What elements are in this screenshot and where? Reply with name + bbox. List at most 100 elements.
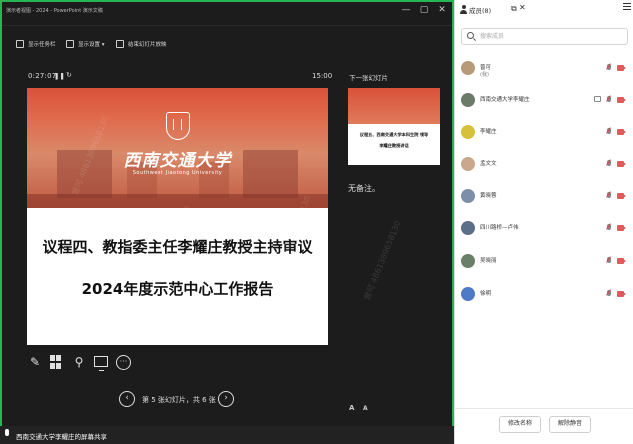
- avatar: [461, 93, 475, 107]
- clock-time: 15:00: [312, 72, 333, 80]
- previous-slide-button[interactable]: ‹: [119, 391, 135, 407]
- muted-microphone-icon[interactable]: [606, 289, 611, 298]
- close-panel-icon[interactable]: ✕: [519, 3, 526, 12]
- muted-microphone-icon[interactable]: [606, 95, 611, 104]
- university-name-en: Southwest Jiaotong University: [132, 170, 223, 176]
- decrease-font-icon[interactable]: A: [363, 405, 368, 412]
- member-row[interactable]: 李耀庄: [455, 122, 633, 148]
- current-slide[interactable]: 西南交通大学 Southwest Jiaotong University 议程四…: [27, 88, 328, 345]
- presenter-toolbar: 显示任务栏 显示设置 ▾ 结束幻灯片放映: [0, 30, 454, 54]
- camera-off-icon[interactable]: [617, 291, 626, 297]
- show-taskbar-label: 显示任务栏: [28, 42, 56, 48]
- avatar: [461, 287, 475, 301]
- university-name-cn: 西南交通大学: [123, 151, 232, 171]
- camera-off-icon[interactable]: [617, 129, 626, 135]
- member-row[interactable]: 吴晓丽: [455, 251, 633, 277]
- close-icon[interactable]: ✕: [436, 4, 448, 16]
- members-title: 成员(8): [469, 7, 492, 15]
- microphone-icon[interactable]: [4, 429, 10, 439]
- show-taskbar-button[interactable]: 显示任务栏: [16, 38, 56, 50]
- ground-strip: [27, 194, 328, 208]
- rename-button[interactable]: 修改名称: [499, 416, 541, 433]
- watermark: 曾可 4861389658130: [362, 219, 403, 302]
- taskbar-icon: [16, 40, 24, 48]
- black-screen-icon[interactable]: [94, 356, 108, 371]
- members-panel-header: 成员(8) ⧉ ✕: [455, 0, 633, 20]
- muted-microphone-icon[interactable]: [606, 256, 611, 265]
- panel-footer-divider: [454, 408, 633, 409]
- unmute-all-button[interactable]: 解除静音: [549, 416, 591, 433]
- camera-off-icon[interactable]: [617, 193, 626, 199]
- search-icon: [467, 32, 474, 39]
- share-frame-left: [0, 0, 2, 426]
- popout-icon[interactable]: ⧉: [511, 4, 517, 14]
- member-row[interactable]: 黄晓蓉: [455, 186, 633, 212]
- member-row[interactable]: 曾可 (我): [455, 58, 633, 84]
- avatar: [461, 189, 475, 203]
- camera-off-icon[interactable]: [617, 225, 626, 231]
- member-row[interactable]: 孟文文: [455, 154, 633, 180]
- member-name: 西南交通大学李耀庄: [480, 97, 530, 103]
- app-root: 演示者视图 - 2024 - PowerPoint 演示文稿 — ▢ ✕ 显示任…: [0, 0, 633, 444]
- pause-icon[interactable]: ❚❚: [54, 72, 65, 80]
- muted-microphone-icon[interactable]: [606, 63, 611, 72]
- presenter-view: 演示者视图 - 2024 - PowerPoint 演示文稿 — ▢ ✕ 显示任…: [0, 0, 454, 444]
- screen-share-icon: [594, 96, 601, 102]
- search-input[interactable]: [480, 31, 620, 42]
- reset-timer-icon[interactable]: ↻: [66, 71, 72, 79]
- display-icon: [66, 40, 74, 48]
- see-all-slides-icon[interactable]: [50, 355, 62, 370]
- next-slide-label: 下一张幻灯片: [349, 74, 388, 82]
- display-settings-label: 显示设置 ▾: [78, 42, 105, 48]
- speaker-notes: 无备注。: [348, 184, 380, 193]
- more-options-icon[interactable]: ···: [116, 355, 131, 370]
- end-show-button[interactable]: 结束幻灯片放映: [116, 38, 167, 50]
- avatar: [461, 157, 475, 171]
- member-row[interactable]: 徐明: [455, 284, 633, 310]
- screen-share-label: 西南交通大学李耀庄的屏幕共享: [16, 433, 107, 441]
- menu-icon[interactable]: [623, 3, 631, 10]
- member-row[interactable]: 四川路桥—卢伟: [455, 218, 633, 244]
- avatar: [461, 221, 475, 235]
- member-name: 吴晓丽: [480, 258, 497, 264]
- increase-font-icon[interactable]: A: [349, 404, 354, 412]
- muted-microphone-icon[interactable]: [606, 191, 611, 200]
- end-show-label: 结束幻灯片放映: [128, 42, 167, 48]
- elapsed-timer: 0:27:07: [28, 72, 57, 80]
- avatar: [461, 61, 475, 75]
- member-name: 李耀庄: [480, 129, 497, 135]
- pen-icon[interactable]: ✎: [28, 354, 42, 370]
- muted-microphone-icon[interactable]: [606, 127, 611, 136]
- camera-off-icon[interactable]: [617, 65, 626, 71]
- end-show-icon: [116, 40, 124, 48]
- member-name: 四川路桥—卢伟: [480, 225, 519, 231]
- member-name: 徐明: [480, 291, 492, 297]
- slide-counter: 第 5 张幻灯片，共 6 张: [142, 396, 216, 404]
- window-title: 演示者视图 - 2024 - PowerPoint 演示文稿: [6, 8, 103, 14]
- window-titlebar: 演示者视图 - 2024 - PowerPoint 演示文稿 — ▢ ✕: [0, 0, 454, 26]
- slide-title-line1: 议程四、教指委主任李耀庄教授主持审议: [42, 238, 313, 256]
- next-slide-thumbnail[interactable]: 议程五、西南交通大学本科生院 领导 李耀庄教授讲话: [348, 88, 440, 165]
- member-row[interactable]: 西南交通大学李耀庄: [455, 90, 633, 116]
- share-frame-top: [0, 0, 454, 2]
- next-slide-line1: 议程五、西南交通大学本科生院 领导: [359, 132, 429, 137]
- slide-title-line2: 2024年度示范中心工作报告: [81, 280, 274, 298]
- camera-off-icon[interactable]: [617, 161, 626, 167]
- member-self-tag: (我): [480, 72, 489, 78]
- zoom-icon[interactable]: ⚲: [72, 354, 86, 370]
- university-emblem-icon: [166, 112, 190, 140]
- next-slide-banner: [348, 88, 440, 124]
- camera-off-icon[interactable]: [617, 97, 626, 103]
- display-settings-button[interactable]: 显示设置 ▾: [66, 38, 105, 50]
- avatar: [461, 254, 475, 268]
- next-slide-button[interactable]: ›: [218, 391, 234, 407]
- muted-microphone-icon[interactable]: [606, 159, 611, 168]
- member-search[interactable]: [461, 28, 628, 45]
- members-icon: [460, 5, 467, 14]
- minimize-icon[interactable]: —: [400, 4, 412, 16]
- camera-off-icon[interactable]: [617, 258, 626, 264]
- maximize-icon[interactable]: ▢: [418, 4, 430, 16]
- muted-microphone-icon[interactable]: [606, 223, 611, 232]
- member-name: 孟文文: [480, 161, 497, 167]
- avatar: [461, 125, 475, 139]
